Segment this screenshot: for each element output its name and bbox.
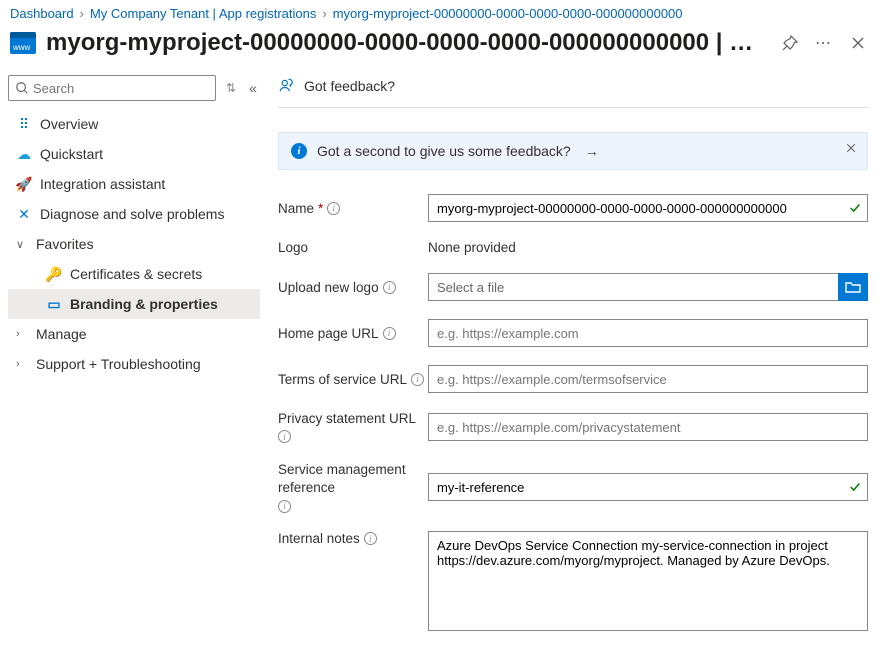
info-icon[interactable]: i	[383, 281, 396, 294]
feedback-banner: i Got a second to give us some feedback?…	[278, 132, 868, 170]
close-button[interactable]	[846, 31, 870, 55]
branding-icon: ▭	[46, 296, 62, 312]
app-registration-icon: www	[10, 32, 36, 54]
sidebar-item-diagnose[interactable]: ✕ Diagnose and solve problems	[8, 199, 260, 229]
sidebar-item-label: Favorites	[36, 236, 94, 252]
page-title: myorg-myproject-00000000-0000-0000-0000-…	[46, 29, 753, 57]
home-url-label: Home page URLi	[278, 326, 428, 341]
feedback-label: Got feedback?	[304, 78, 395, 94]
tos-url-label: Terms of service URLi	[278, 372, 428, 387]
branding-form: Name*i Logo None provided Upload new log…	[278, 194, 868, 634]
tos-url-input[interactable]	[428, 365, 868, 393]
name-input[interactable]	[428, 194, 868, 222]
sidebar-group-manage[interactable]: › Manage	[8, 319, 260, 349]
feedback-icon	[278, 77, 296, 95]
sidebar: ⇅ « ⠿ Overview ☁ Quickstart 🚀 Integratio…	[0, 71, 260, 653]
sidebar-item-quickstart[interactable]: ☁ Quickstart	[8, 139, 260, 169]
checkmark-icon	[848, 201, 862, 215]
search-icon	[15, 81, 29, 95]
title-bar: www myorg-myproject-00000000-0000-0000-0…	[0, 25, 880, 71]
sidebar-group-support[interactable]: › Support + Troubleshooting	[8, 349, 260, 379]
sidebar-item-label: Branding & properties	[70, 296, 218, 312]
sidebar-item-label: Diagnose and solve problems	[40, 206, 224, 222]
feedback-bar[interactable]: Got feedback?	[278, 71, 868, 108]
info-icon[interactable]: i	[411, 373, 424, 386]
service-ref-input[interactable]	[428, 473, 868, 501]
sidebar-item-label: Integration assistant	[40, 176, 165, 192]
service-ref-label: Service management referencei	[278, 461, 428, 513]
overview-icon: ⠿	[16, 116, 32, 132]
notes-label: Internal notesi	[278, 531, 428, 546]
info-icon[interactable]: i	[364, 532, 377, 545]
quickstart-icon: ☁	[16, 146, 32, 162]
sidebar-item-label: Certificates & secrets	[70, 266, 202, 282]
breadcrumb-tenant[interactable]: My Company Tenant | App registrations	[90, 6, 316, 21]
breadcrumb-dashboard[interactable]: Dashboard	[10, 6, 74, 21]
breadcrumb-app[interactable]: myorg-myproject-00000000-0000-0000-0000-…	[333, 6, 683, 21]
pin-button[interactable]	[778, 31, 802, 55]
sidebar-item-label: Manage	[36, 326, 87, 342]
sidebar-item-certificates[interactable]: 🔑 Certificates & secrets	[8, 259, 260, 289]
sidebar-item-label: Overview	[40, 116, 98, 132]
upload-logo-label: Upload new logoi	[278, 280, 428, 295]
logo-value: None provided	[428, 240, 868, 255]
banner-close-button[interactable]	[845, 141, 857, 157]
search-input[interactable]	[33, 81, 209, 96]
chevron-down-icon: ∨	[16, 238, 28, 251]
sidebar-group-favorites[interactable]: ∨ Favorites	[8, 229, 260, 259]
chevron-right-icon: ›	[80, 6, 84, 21]
chevron-right-icon: ›	[16, 358, 28, 370]
checkmark-icon	[848, 480, 862, 494]
collapse-sidebar-button[interactable]: «	[246, 80, 260, 96]
required-icon: *	[318, 201, 323, 216]
sort-toggle[interactable]: ⇅	[224, 81, 238, 95]
chevron-right-icon: ›	[322, 6, 326, 21]
info-icon[interactable]: i	[383, 327, 396, 340]
chevron-right-icon: ›	[16, 328, 28, 340]
arrow-right-icon[interactable]: →	[585, 143, 599, 159]
sidebar-item-integration-assistant[interactable]: 🚀 Integration assistant	[8, 169, 260, 199]
logo-label: Logo	[278, 240, 428, 255]
name-label: Name*i	[278, 201, 428, 216]
more-button[interactable]: ⋯	[812, 31, 836, 55]
wrench-icon: ✕	[16, 206, 32, 222]
sidebar-item-label: Quickstart	[40, 146, 103, 162]
sidebar-item-branding[interactable]: ▭ Branding & properties	[8, 289, 260, 319]
main-content: Got feedback? i Got a second to give us …	[260, 71, 880, 653]
privacy-url-label: Privacy statement URLi	[278, 411, 428, 443]
search-box[interactable]	[8, 75, 216, 101]
info-icon: i	[291, 143, 307, 159]
key-icon: 🔑	[46, 266, 62, 282]
browse-file-button[interactable]	[838, 273, 868, 301]
info-icon[interactable]: i	[327, 202, 340, 215]
banner-text: Got a second to give us some feedback?	[317, 143, 571, 159]
upload-logo-input[interactable]: Select a file	[428, 273, 838, 301]
privacy-url-input[interactable]	[428, 413, 868, 441]
home-url-input[interactable]	[428, 319, 868, 347]
rocket-icon: 🚀	[16, 176, 32, 192]
info-icon[interactable]: i	[278, 430, 291, 443]
breadcrumb: Dashboard › My Company Tenant | App regi…	[0, 0, 880, 25]
notes-textarea[interactable]	[428, 531, 868, 631]
folder-icon	[845, 279, 861, 295]
sidebar-item-label: Support + Troubleshooting	[36, 356, 201, 372]
info-icon[interactable]: i	[278, 500, 291, 513]
sidebar-item-overview[interactable]: ⠿ Overview	[8, 109, 260, 139]
